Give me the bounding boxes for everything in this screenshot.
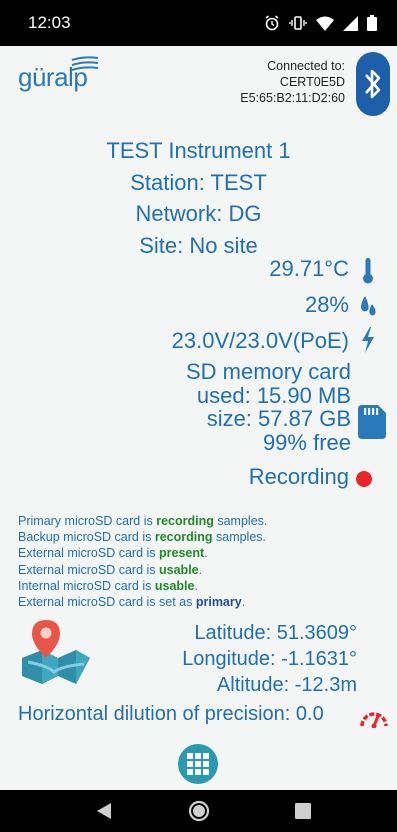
message-status: recording bbox=[154, 530, 213, 545]
sd-card-icon bbox=[358, 405, 386, 439]
grid-menu-icon bbox=[187, 753, 209, 775]
card-status-messages: Primary microSD card is recording sample… bbox=[18, 513, 267, 610]
status-icons bbox=[264, 15, 377, 31]
recording-label: Recording bbox=[248, 464, 349, 489]
message-text: External microSD card is set as bbox=[18, 595, 196, 610]
network-label: Network: DG bbox=[135, 201, 262, 226]
instrument-name: TEST Instrument 1 bbox=[106, 138, 291, 163]
message-primary: Primary microSD card is recording sample… bbox=[18, 513, 267, 529]
message-text: Internal microSD card is bbox=[18, 578, 155, 593]
mac-address: E5:65:B2:11:D2:60 bbox=[240, 91, 345, 105]
message-text: Primary microSD card is bbox=[18, 514, 157, 528]
bluetooth-icon bbox=[365, 69, 381, 99]
message-internal-usable: Internal microSD card is usable. bbox=[18, 578, 267, 594]
navigation-bar bbox=[0, 790, 397, 832]
humidity-icon bbox=[361, 296, 376, 316]
instrument-info: TEST Instrument 1 Station: TEST Network:… bbox=[0, 135, 397, 261]
vibrate-icon bbox=[289, 16, 307, 30]
hdop-value: Horizontal dilution of precision: 0.0 bbox=[18, 703, 324, 725]
home-icon[interactable] bbox=[188, 800, 210, 822]
bluetooth-button[interactable] bbox=[356, 52, 390, 116]
altitude-value: Altitude: -12.3m bbox=[216, 674, 357, 696]
message-text: External microSD card is bbox=[18, 546, 160, 561]
signal-icon bbox=[343, 15, 358, 31]
message-text: Backup microSD card is bbox=[18, 530, 155, 545]
battery-icon bbox=[367, 15, 377, 31]
humidity-value: 28% bbox=[304, 292, 349, 317]
logo-waves-icon bbox=[71, 56, 99, 71]
gauge-icon bbox=[360, 712, 388, 728]
sd-card-free: 99% free bbox=[262, 429, 351, 455]
recents-icon[interactable] bbox=[295, 803, 311, 819]
message-text: samples. bbox=[213, 514, 268, 528]
record-dot-icon bbox=[356, 471, 372, 487]
temperature-value: 29.71°C bbox=[269, 256, 349, 281]
longitude-value: Longitude: -1.1631° bbox=[182, 648, 357, 670]
message-text: samples. bbox=[212, 530, 267, 545]
message-text: . bbox=[198, 562, 203, 577]
connection-label: Connected to: bbox=[267, 59, 345, 73]
power-icon bbox=[362, 327, 374, 353]
sd-card-title: SD memory card bbox=[185, 359, 351, 384]
message-text: . bbox=[194, 578, 198, 593]
message-external-primary: External microSD card is set as primary. bbox=[18, 594, 267, 610]
coordinates: Latitude: 51.3609° Longitude: -1.1631° A… bbox=[182, 620, 357, 698]
message-text: . bbox=[204, 546, 208, 561]
message-text: . bbox=[241, 595, 246, 610]
status-bar: 12:03 bbox=[0, 0, 397, 46]
wifi-icon bbox=[316, 16, 334, 31]
message-status: usable bbox=[154, 578, 195, 593]
message-status: usable bbox=[159, 562, 199, 577]
message-status: primary bbox=[195, 595, 242, 610]
sd-card-used: used: 15.90 MB bbox=[196, 382, 351, 408]
station-label: Station: TEST bbox=[130, 169, 267, 195]
sd-card-size: size: 57.87 GB bbox=[206, 406, 351, 431]
sd-card-info: SD memory card used: 15.90 MB size: 57.8… bbox=[186, 360, 351, 454]
message-text: External microSD card is bbox=[18, 562, 160, 577]
latitude-value: Latitude: 51.3609° bbox=[194, 622, 357, 644]
map-pin-icon[interactable] bbox=[18, 618, 94, 686]
message-external-present: External microSD card is present. bbox=[18, 545, 267, 561]
status-time: 12:03 bbox=[28, 13, 71, 32]
device-name: CERT0E5D bbox=[279, 75, 345, 89]
message-external-usable: External microSD card is usable. bbox=[18, 562, 267, 578]
grid-menu-button[interactable] bbox=[178, 744, 218, 784]
alarm-icon bbox=[265, 15, 279, 31]
message-status: present bbox=[159, 546, 205, 561]
connection-info: Connected to: CERT0E5D E5:65:B2:11:D2:60 bbox=[240, 58, 345, 106]
message-backup: Backup microSD card is recording samples… bbox=[18, 529, 267, 545]
message-status: recording bbox=[156, 514, 214, 528]
thermometer-icon bbox=[363, 258, 373, 284]
voltage-value: 23.0V/23.0V(PoE) bbox=[171, 328, 349, 353]
back-icon[interactable] bbox=[96, 802, 112, 820]
